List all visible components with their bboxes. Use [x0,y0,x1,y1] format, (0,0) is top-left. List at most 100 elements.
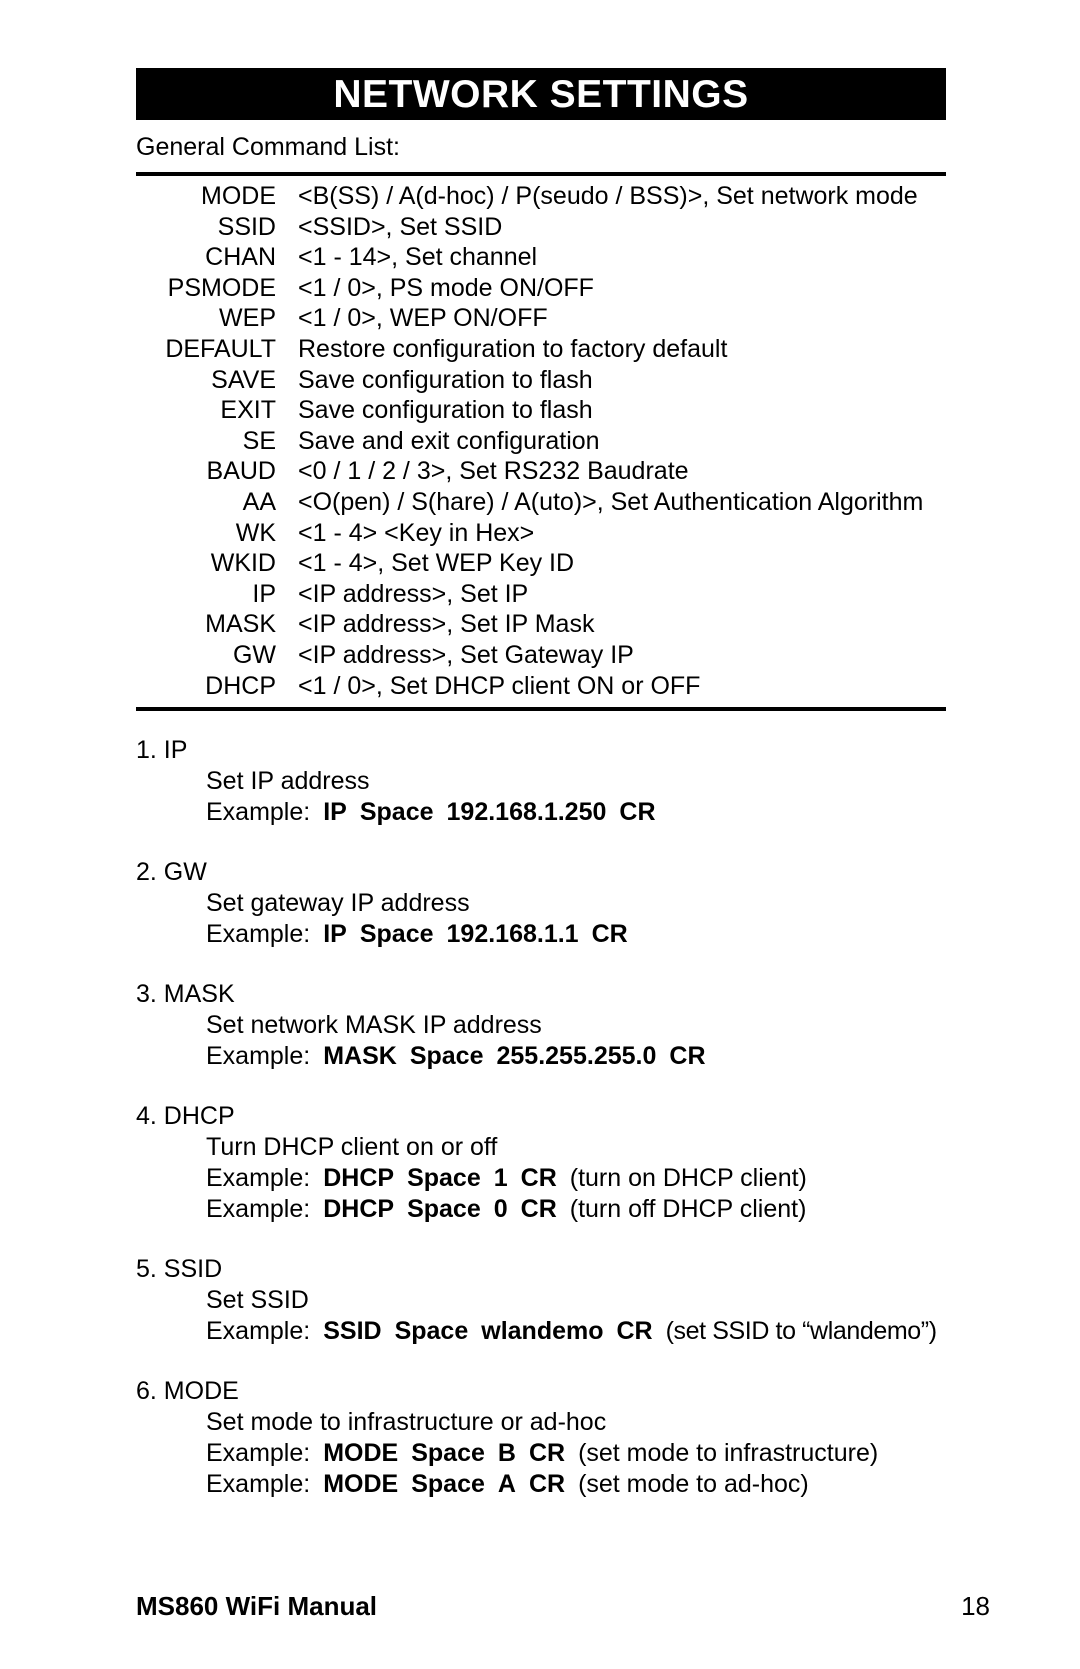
example-line: Example: MASK Space 255.255.255.0 CR [206,1041,986,1072]
command-row: MODE <B(SS) / A(d-hoc) / P(seudo / BSS)>,… [136,181,946,212]
command-name: AA [242,487,276,516]
command-description: Save configuration to flash [298,396,593,425]
page-title-banner: NETWORK SETTINGS [136,68,946,120]
command-name: WK [235,518,276,547]
command-description: <IP address>, Set Gateway IP [298,640,634,669]
general-command-list-label: General Command List: [136,133,401,161]
command-row: DEFAULT Restore configuration to factory … [136,334,946,365]
example-space-token: Space [411,1470,485,1498]
command-description: <O(pen) / S(hare) / A(uto)>, Set Authent… [298,487,924,516]
command-section: 4. DHCP Turn DHCP client on or off Example… [136,1101,986,1225]
example-label: Example: [206,1439,311,1467]
command-section: 1. IP Set IP address Example: IP Space 192.16… [136,735,986,828]
command-name: SE [242,426,276,455]
section-heading: 1. IP [136,736,188,764]
example-value-token: A [497,1470,516,1498]
command-row: GW <IP address>, Set Gateway IP [136,640,946,671]
example-line: Example: MODE Space A CR (set mode to ad-hoc) [206,1469,986,1500]
command-name: SAVE [211,365,276,394]
example-label: Example: [206,1470,311,1498]
command-name: SSID [217,212,276,241]
command-description: <SSID>, Set SSID [298,212,503,241]
command-description: Save configuration to flash [298,365,593,394]
command-name: BAUD [206,457,276,486]
command-row: SAVE Save configuration to flash [136,365,946,396]
example-cr-token: CR [669,1042,706,1070]
command-name: WKID [210,549,276,578]
example-line: Example: DHCP Space 0 CR (turn off DHCP clien… [206,1194,986,1225]
example-command-token: SSID [323,1317,382,1345]
example-label: Example: [206,798,311,826]
example-command-token: IP [323,920,347,948]
example-command-token: MODE [323,1439,399,1467]
command-row: SE Save and exit configuration [136,426,946,457]
command-description: <IP address>, Set IP Mask [298,610,595,639]
command-name: MASK [205,610,276,639]
example-label: Example: [206,1317,311,1345]
command-section: 6. MODE Set mode to infrastructure or ad-… [136,1376,986,1500]
command-row: WEP <1 / 0>, WEP ON/OFF [136,303,946,334]
section-description: Turn DHCP client on or off [206,1133,498,1161]
example-value-token: 1 [493,1164,508,1192]
command-description: <1 - 4>, Set WEP Key ID [298,549,575,578]
command-name: PSMODE [167,273,276,302]
example-command-token: DHCP [323,1164,395,1192]
command-row: BAUD <0 / 1 / 2 / 3>, Set RS232 Baudrate [136,456,946,487]
example-command-token: DHCP [323,1195,395,1223]
command-description: <1 / 0>, PS mode ON/OFF [298,273,594,302]
example-line: Example: MODE Space B CR (set mode to infrast… [206,1438,986,1469]
example-line: Example: SSID Space wlandemo CR (set SSID to … [206,1316,986,1347]
command-name: IP [252,579,276,608]
command-row: SSID <SSID>, Set SSID [136,212,946,243]
example-value-token: 192.168.1.250 [446,798,607,826]
example-space-token: Space [394,1317,469,1345]
command-name: GW [232,640,276,669]
footer-page-number: 18 [961,1591,990,1621]
section-description: Set mode to infrastructure or ad-hoc [206,1408,607,1436]
example-label: Example: [206,1042,311,1070]
example-space-token: Space [359,798,434,826]
command-row: WK <1 - 4> <Key in Hex> [136,518,946,549]
example-space-token: Space [359,920,434,948]
command-section: 2. GW Set gateway IP address Example: IP Spa… [136,857,986,950]
example-note: (turn off DHCP client) [569,1195,807,1223]
example-value-token: B [497,1439,516,1467]
example-cr-token: CR [616,1317,653,1345]
command-name: DEFAULT [165,334,276,363]
page-footer: MS860 WiFi Manual 18 [136,1592,990,1621]
command-description: <1 / 0>, Set DHCP client ON or OFF [298,671,701,700]
command-description: <IP address>, Set IP [298,579,529,608]
command-description: <1 - 4> <Key in Hex> [298,518,535,547]
command-description: <1 / 0>, WEP ON/OFF [298,304,548,333]
command-description: Restore configuration to factory default [298,334,728,363]
command-name: EXIT [220,396,276,425]
example-command-token: MASK [323,1042,397,1070]
command-name: CHAN [205,243,276,272]
section-heading: 5. SSID [136,1255,223,1283]
document-page: NETWORK SETTINGS General Command List: M… [0,0,1080,1669]
example-value-token: 255.255.255.0 [496,1042,657,1070]
example-command-token: MODE [323,1470,399,1498]
example-line: Example: IP Space 192.168.1.1 CR [206,919,986,950]
example-note: (set mode to ad-hoc) [578,1470,809,1498]
example-command-token: IP [323,798,347,826]
section-description: Set gateway IP address [206,889,470,917]
command-description: <0 / 1 / 2 / 3>, Set RS232 Baudrate [298,457,689,486]
command-description: <1 - 14>, Set channel [298,243,538,272]
example-cr-token: CR [528,1439,566,1467]
example-cr-token: CR [528,1470,566,1498]
example-label: Example: [206,1164,311,1192]
command-description: Save and exit configuration [298,426,600,455]
command-name: DHCP [205,671,276,700]
example-value-token: 192.168.1.1 [446,920,579,948]
section-heading: 3. MASK [136,980,235,1008]
section-body: Set gateway IP address Example: IP Space 192… [136,888,986,950]
command-description: <B(SS) / A(d-hoc) / P(seudo / BSS)>, Set… [298,182,918,210]
example-space-token: Space [407,1195,481,1223]
command-row: MASK <IP address>, Set IP Mask [136,609,946,640]
footer-manual-title: MS860 WiFi Manual [136,1591,378,1621]
section-body: Set network MASK IP address Example: MASK S… [136,1010,986,1072]
example-note: (set SSID to “wlandemo”) [665,1317,937,1345]
example-note: (turn on DHCP client) [569,1164,807,1192]
section-body: Turn DHCP client on or off Example: DHCP Sp… [136,1132,986,1225]
